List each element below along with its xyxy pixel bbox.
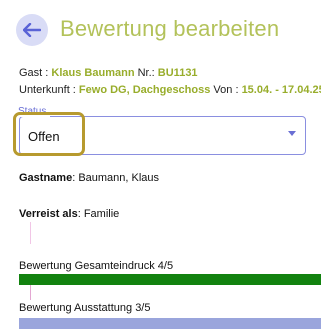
rating-bar-equipment (19, 318, 321, 329)
divider (30, 284, 31, 300)
travel-field: Verreist als: Familie (19, 208, 119, 220)
rating-label-overall: Bewertung Gesamteindruck 4/5 (19, 260, 174, 272)
accommodation-value: Fewo DG, Dachgeschoss (78, 84, 211, 96)
accommodation-label: Unterkunft : (19, 84, 76, 96)
nr-label: Nr.: (137, 67, 155, 79)
guest-name: Klaus Baumann (51, 67, 135, 79)
chevron-down-icon[interactable] (288, 131, 296, 136)
travel-value: : Familie (77, 208, 120, 220)
booking-info-line-1: Gast : Klaus Baumann Nr.: BU1131 (19, 67, 198, 79)
guest-name-label: Gastname (19, 172, 73, 184)
guest-label: Gast : (19, 67, 49, 79)
back-button[interactable] (16, 14, 48, 46)
date-range: 15.04. - 17.04.25 (241, 84, 321, 96)
guest-name-field: Gastname: Baumann, Klaus (19, 172, 159, 184)
rating-bar-fill (19, 318, 321, 329)
highlight-frame (13, 112, 85, 156)
page-title: Bewertung bearbeiten (60, 16, 280, 41)
booking-number: BU1131 (157, 67, 198, 79)
from-label: Von : (213, 84, 239, 96)
rating-label-equipment: Bewertung Ausstattung 3/5 (19, 302, 151, 314)
divider (30, 222, 31, 244)
travel-label: Verreist als (19, 208, 78, 220)
guest-name-value: : Baumann, Klaus (72, 172, 160, 184)
arrow-left-icon (23, 23, 41, 37)
header: Bewertung bearbeiten (0, 0, 321, 58)
rating-bar-fill (19, 274, 321, 285)
booking-info-line-2: Unterkunft : Fewo DG, Dachgeschoss Von :… (19, 84, 321, 96)
rating-bar-overall (19, 274, 321, 285)
